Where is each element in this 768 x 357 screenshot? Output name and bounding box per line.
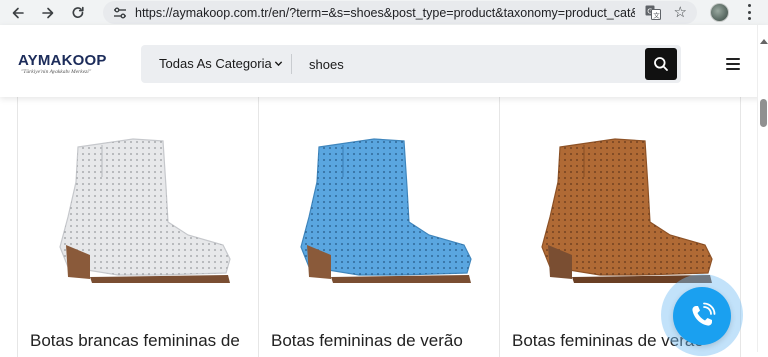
phone-call-icon xyxy=(692,302,716,326)
chevron-down-icon xyxy=(274,61,282,67)
product-image[interactable] xyxy=(38,127,238,287)
search-button[interactable] xyxy=(645,48,677,80)
translate-icon[interactable]: G文 xyxy=(645,5,661,20)
product-image[interactable] xyxy=(279,127,479,287)
product-card[interactable]: Botas femininas de verão xyxy=(259,97,500,357)
star-icon[interactable]: ☆ xyxy=(674,3,687,21)
scroll-up-arrow[interactable] xyxy=(760,39,768,44)
call-button[interactable] xyxy=(673,287,731,345)
site-logo[interactable]: AYMAKOOP "Türkiye'nin Ayakkabı Merkezi" xyxy=(18,52,107,75)
site-header: AYMAKOOP "Türkiye'nin Ayakkabı Merkezi" … xyxy=(0,25,768,97)
site-settings-icon[interactable] xyxy=(111,4,129,22)
browser-toolbar: https://aymakoop.com.tr/en/?term=&s=shoe… xyxy=(0,0,768,25)
page-scrollbar[interactable] xyxy=(757,25,768,352)
product-title[interactable]: Botas femininas de verão xyxy=(271,331,463,351)
category-select[interactable]: Todas As Categoria xyxy=(159,56,283,71)
reload-icon[interactable] xyxy=(63,0,93,25)
product-title[interactable]: Botas brancas femininas de xyxy=(30,331,240,351)
product-grid: Botas brancas femininas de Botas feminin… xyxy=(17,97,741,357)
search-bar: Todas As Categoria xyxy=(141,45,681,83)
product-card[interactable]: Botas brancas femininas de xyxy=(18,97,259,357)
hamburger-menu-icon[interactable] xyxy=(726,58,740,70)
more-menu-icon[interactable] xyxy=(744,4,754,20)
back-icon[interactable] xyxy=(3,0,33,25)
search-icon xyxy=(654,57,668,71)
search-divider xyxy=(291,54,292,74)
product-image[interactable] xyxy=(520,127,720,287)
brand-name: AYMAKOOP xyxy=(18,52,107,69)
profile-avatar[interactable] xyxy=(710,3,729,22)
search-input[interactable] xyxy=(309,54,629,74)
scrollbar-thumb[interactable] xyxy=(760,99,767,127)
address-bar[interactable]: https://aymakoop.com.tr/en/?term=&s=shoe… xyxy=(103,1,697,24)
category-select-label: Todas As Categoria xyxy=(159,56,272,71)
brand-tagline: "Türkiye'nin Ayakkabı Merkezi" xyxy=(21,69,92,75)
address-url[interactable]: https://aymakoop.com.tr/en/?term=&s=shoe… xyxy=(135,6,635,20)
forward-icon[interactable] xyxy=(33,0,63,25)
svg-text:文: 文 xyxy=(653,11,660,20)
